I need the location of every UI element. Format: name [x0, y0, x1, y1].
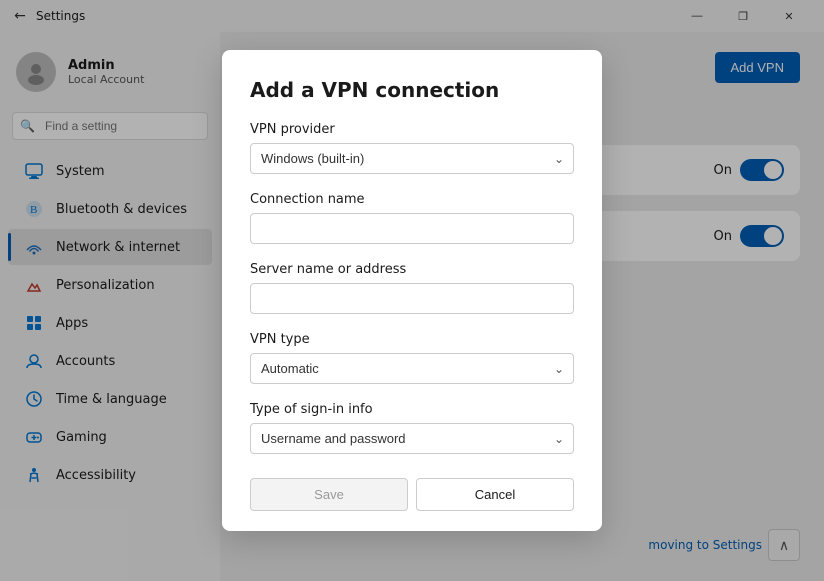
- cancel-button[interactable]: Cancel: [416, 478, 574, 511]
- vpn-provider-select-wrap: Windows (built-in) ⌄: [250, 143, 574, 174]
- server-name-group: Server name or address: [250, 262, 574, 314]
- server-name-label: Server name or address: [250, 262, 574, 277]
- settings-window: ← Settings — ❐ ✕ Admin Local Account: [0, 0, 824, 581]
- connection-name-input[interactable]: [250, 213, 574, 244]
- vpn-provider-group: VPN provider Windows (built-in) ⌄: [250, 122, 574, 174]
- sign-in-select[interactable]: Username and password Certificate Smart …: [250, 423, 574, 454]
- vpn-type-label: VPN type: [250, 332, 574, 347]
- save-button[interactable]: Save: [250, 478, 408, 511]
- connection-name-label: Connection name: [250, 192, 574, 207]
- modal-overlay: Add a VPN connection VPN provider Window…: [0, 0, 824, 581]
- connection-name-group: Connection name: [250, 192, 574, 244]
- vpn-provider-select[interactable]: Windows (built-in): [250, 143, 574, 174]
- add-vpn-modal: Add a VPN connection VPN provider Window…: [222, 50, 602, 531]
- modal-footer: Save Cancel: [250, 478, 574, 511]
- vpn-type-select-wrap: Automatic PPTP SSTP IKEv2 ⌄: [250, 353, 574, 384]
- sign-in-label: Type of sign-in info: [250, 402, 574, 417]
- sign-in-group: Type of sign-in info Username and passwo…: [250, 402, 574, 454]
- vpn-type-group: VPN type Automatic PPTP SSTP IKEv2 ⌄: [250, 332, 574, 384]
- vpn-type-select[interactable]: Automatic PPTP SSTP IKEv2: [250, 353, 574, 384]
- modal-title: Add a VPN connection: [250, 78, 574, 102]
- sign-in-select-wrap: Username and password Certificate Smart …: [250, 423, 574, 454]
- vpn-provider-label: VPN provider: [250, 122, 574, 137]
- server-name-input[interactable]: [250, 283, 574, 314]
